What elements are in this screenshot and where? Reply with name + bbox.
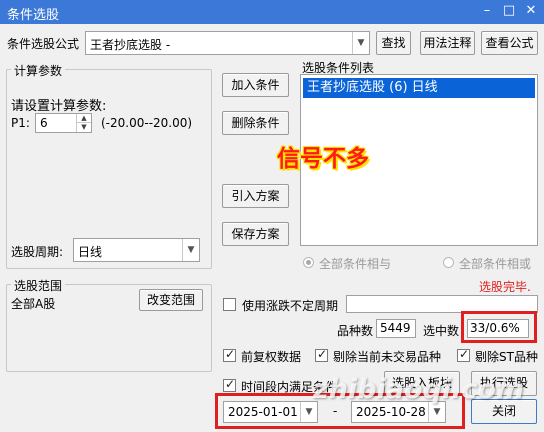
p1-label: P1: xyxy=(11,116,30,130)
or-label: 全部条件相或 xyxy=(459,257,532,271)
exclude-untraded-checkbox[interactable] xyxy=(315,347,328,362)
formula-label: 条件选股公式 xyxy=(7,37,80,51)
formula-select[interactable]: 王者抄底选股 - ▼ xyxy=(85,31,370,55)
exclude-untraded-label: 剔除当前未交易品种 xyxy=(333,350,442,364)
scope-value: 全部A股 xyxy=(11,297,56,311)
exclude-st-checkbox[interactable] xyxy=(457,347,470,362)
count-field: 5449 xyxy=(376,319,416,338)
adjust-checkbox[interactable] xyxy=(223,347,236,362)
chevron-down-icon[interactable]: ▼ xyxy=(352,32,369,54)
find-button[interactable]: 查找 xyxy=(376,31,411,55)
minimize-icon[interactable]: – xyxy=(478,2,496,20)
add-condition-button[interactable]: 加入条件 xyxy=(222,73,289,97)
use-limit-checkbox[interactable] xyxy=(223,298,236,311)
exclude-st-label: 剔除ST品种 xyxy=(475,350,538,364)
status-done: 选股完毕. xyxy=(479,280,531,294)
scope-legend: 选股范围 xyxy=(11,277,66,294)
view-formula-button[interactable]: 查看公式 xyxy=(481,31,538,55)
watermark: zhibiaoqi.com xyxy=(313,374,525,405)
formula-value: 王者抄底选股 - xyxy=(90,38,171,52)
period-value: 日线 xyxy=(78,245,103,259)
chevron-down-icon[interactable]: ▼ xyxy=(182,239,199,261)
period-label: 选股周期: xyxy=(11,245,64,259)
condition-list-item[interactable]: 王者抄底选股 (6) 日线 xyxy=(303,78,535,98)
and-radio[interactable] xyxy=(303,257,314,268)
selected-highlight xyxy=(461,311,537,343)
save-scheme-button[interactable]: 保存方案 xyxy=(222,222,289,246)
stepper-up-icon[interactable]: ▲ xyxy=(76,114,91,123)
close-icon[interactable]: ✕ xyxy=(522,2,540,20)
count-value: 5449 xyxy=(380,321,411,335)
title-bar: 条件选股 – □ ✕ xyxy=(0,0,544,24)
count-label: 品种数 xyxy=(337,324,374,338)
and-label: 全部条件相与 xyxy=(319,257,392,271)
params-legend: 计算参数 xyxy=(11,62,66,79)
p1-value: 6 xyxy=(40,116,48,130)
window-title: 条件选股 xyxy=(7,8,60,23)
import-scheme-button[interactable]: 引入方案 xyxy=(222,184,289,208)
signal-overlay-text: 信号不多 xyxy=(277,146,369,172)
selected-label: 选中数 xyxy=(423,324,460,338)
remove-condition-button[interactable]: 删除条件 xyxy=(222,111,289,135)
period-select[interactable]: 日线 ▼ xyxy=(73,238,200,262)
maximize-icon[interactable]: □ xyxy=(500,2,518,20)
usage-button[interactable]: 用法注释 xyxy=(420,31,475,55)
change-scope-button[interactable]: 改变范围 xyxy=(139,289,203,311)
adjust-label: 前复权数据 xyxy=(241,350,302,364)
use-limit-label: 使用涨跌不定周期 xyxy=(242,299,339,313)
time-range-checkbox[interactable] xyxy=(223,377,236,392)
p1-stepper[interactable]: 6 ▲ ▼ xyxy=(35,113,92,133)
params-prompt: 请设置计算参数: xyxy=(11,99,107,114)
stepper-down-icon[interactable]: ▼ xyxy=(76,123,91,132)
p1-range: (-20.00--20.00) xyxy=(101,116,193,130)
or-radio[interactable] xyxy=(443,257,454,268)
